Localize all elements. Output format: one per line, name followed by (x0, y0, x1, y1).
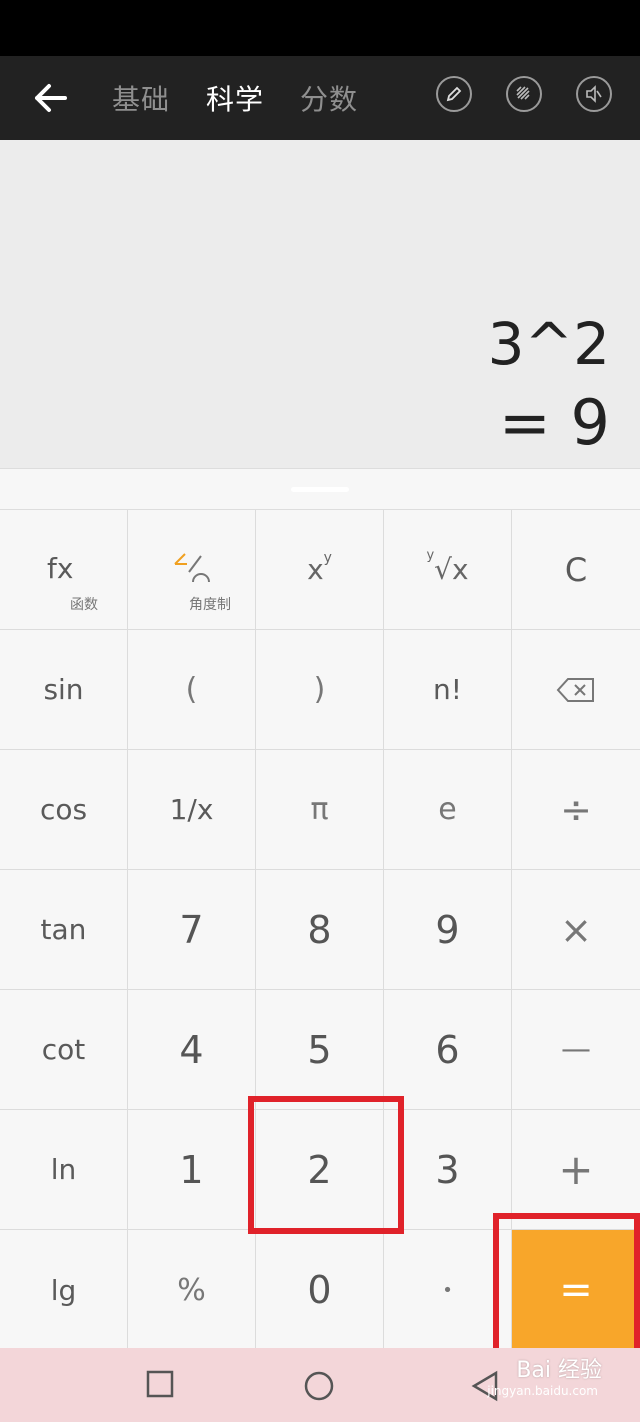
reciprocal-label: 1/x (169, 793, 214, 826)
edit-button[interactable] (436, 76, 472, 112)
divide-label: ÷ (560, 787, 592, 832)
result-text: = 9 (498, 386, 610, 459)
sin-button[interactable]: sin (0, 630, 128, 750)
right-paren-button[interactable]: ) (256, 630, 384, 750)
status-bar (0, 0, 640, 56)
drag-handle[interactable] (291, 487, 349, 492)
minus-button[interactable]: — (512, 990, 640, 1110)
digit-7-button[interactable]: 7 (128, 870, 256, 990)
divide-button[interactable]: ÷ (512, 750, 640, 870)
digit-4-label: 4 (179, 1027, 204, 1072)
root-symbol: √x (434, 553, 469, 586)
lg-button[interactable]: lg (0, 1230, 128, 1350)
root-key[interactable]: y √x (384, 510, 512, 630)
digit-3-button[interactable]: 3 (384, 1110, 512, 1230)
digit-6-label: 6 (435, 1027, 460, 1072)
tab-scientific[interactable]: 科学 (206, 78, 264, 118)
sound-button[interactable] (576, 76, 612, 112)
cot-button[interactable]: cot (0, 990, 128, 1110)
equals-label: = (559, 1267, 593, 1313)
factorial-label: n! (433, 673, 462, 706)
function-key[interactable]: fx 函数 (0, 510, 128, 630)
backspace-button[interactable] (512, 630, 640, 750)
display-panel: 3^2 = 9 (0, 140, 640, 468)
power-base: x (307, 553, 324, 586)
digit-7-label: 7 (179, 907, 204, 952)
cot-label: cot (41, 1033, 86, 1066)
mode-tabs: 基础 科学 分数 (112, 56, 358, 140)
factorial-button[interactable]: n! (384, 630, 512, 750)
pencil-icon (446, 86, 462, 102)
plus-label: + (558, 1145, 594, 1194)
pi-button[interactable]: π (256, 750, 384, 870)
minus-label: — (561, 1032, 591, 1067)
angle-icon (174, 553, 210, 583)
ln-button[interactable]: ln (0, 1110, 128, 1230)
digit-8-label: 8 (307, 907, 332, 952)
digit-5-label: 5 (307, 1027, 332, 1072)
keypad: fx 函数 角度制 x y y √x C sin ( ) n! cos 1/x … (0, 509, 640, 1350)
decimal-point-button[interactable]: • (384, 1230, 512, 1350)
digit-1-label: 1 (179, 1147, 204, 1192)
top-bar: 基础 科学 分数 (0, 56, 640, 140)
right-paren-label: ) (313, 672, 326, 707)
e-button[interactable]: e (384, 750, 512, 870)
watermark-brand: Bai 经验 (516, 1358, 602, 1383)
digit-9-button[interactable]: 9 (384, 870, 512, 990)
percent-button[interactable]: % (128, 1230, 256, 1350)
tab-fraction[interactable]: 分数 (300, 78, 358, 118)
back-arrow-icon (35, 84, 67, 112)
root-index: y (426, 548, 435, 563)
decimal-point-label: • (442, 1279, 453, 1301)
multiply-label: × (560, 907, 592, 952)
tab-basic[interactable]: 基础 (112, 78, 170, 118)
backspace-icon (556, 677, 594, 702)
square-icon[interactable] (146, 1370, 174, 1398)
pi-label: π (310, 792, 329, 827)
digit-0-label: 0 (307, 1268, 332, 1312)
digit-6-button[interactable]: 6 (384, 990, 512, 1110)
reciprocal-button[interactable]: 1/x (128, 750, 256, 870)
cos-label: cos (39, 793, 88, 826)
power-exp: y (323, 549, 332, 566)
tan-label: tan (40, 913, 87, 946)
fx-sub-label: 函数 (70, 597, 98, 613)
power-key[interactable]: x y (256, 510, 384, 630)
plus-button[interactable]: + (512, 1110, 640, 1230)
clear-button[interactable]: C (512, 510, 640, 630)
angle-mode-key[interactable]: 角度制 (128, 510, 256, 630)
expression-text: 3^2 (487, 310, 610, 378)
fx-label: fx (47, 552, 74, 585)
back-button[interactable] (26, 74, 74, 122)
drag-area[interactable] (0, 469, 640, 509)
theme-icon (516, 86, 530, 100)
equals-button[interactable]: = (512, 1230, 640, 1350)
percent-label: % (177, 1272, 206, 1308)
angle-sub-label: 角度制 (189, 597, 231, 613)
toolbar-icons (436, 76, 612, 112)
digit-2-button[interactable]: 2 (256, 1110, 384, 1230)
watermark-url: jingyan.baidu.com (487, 1384, 598, 1398)
digit-5-button[interactable]: 5 (256, 990, 384, 1110)
digit-9-label: 9 (435, 907, 460, 952)
clear-label: C (564, 550, 588, 589)
ln-label: ln (50, 1153, 77, 1186)
mute-icon (586, 85, 602, 103)
lg-label: lg (50, 1273, 77, 1307)
digit-1-button[interactable]: 1 (128, 1110, 256, 1230)
circle-icon[interactable] (303, 1370, 335, 1402)
sin-label: sin (43, 673, 84, 706)
cos-button[interactable]: cos (0, 750, 128, 870)
e-label: e (438, 792, 457, 827)
theme-button[interactable] (506, 76, 542, 112)
tan-button[interactable]: tan (0, 870, 128, 990)
digit-4-button[interactable]: 4 (128, 990, 256, 1110)
digit-8-button[interactable]: 8 (256, 870, 384, 990)
digit-2-label: 2 (307, 1147, 332, 1192)
left-paren-label: ( (185, 672, 198, 707)
multiply-button[interactable]: × (512, 870, 640, 990)
digit-0-button[interactable]: 0 (256, 1230, 384, 1350)
digit-3-label: 3 (435, 1147, 460, 1192)
left-paren-button[interactable]: ( (128, 630, 256, 750)
